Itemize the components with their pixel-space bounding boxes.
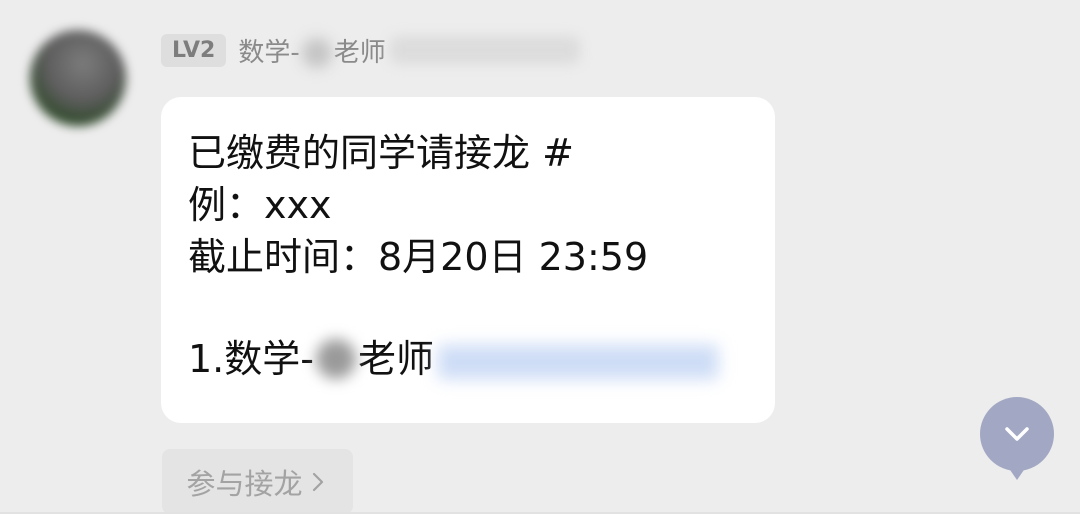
redacted-name-blur [301,38,332,68]
redacted-link-blur [437,344,718,379]
chevron-right-icon [312,472,323,491]
avatar[interactable] [30,30,126,126]
message-line-entry: 1.数学- 老师 [188,333,775,385]
sender-name-prefix: 数学- [238,37,300,68]
entry-prefix: 1.数学- [188,337,314,381]
chevron-down-icon [1005,427,1029,441]
entry-suffix: 老师 [357,337,434,381]
message-line-example: 例：xxx [188,183,332,227]
join-chain-label: 参与接龙 [186,466,303,501]
redacted-sender-info [389,36,580,64]
message-line-title: 已缴费的同学请接龙 # [188,131,574,175]
entry-name: 1.数学- 老师 [188,333,434,385]
sender-name-suffix: 老师 [333,37,386,68]
level-badge: LV2 [161,33,227,67]
join-chain-button[interactable]: 参与接龙 [162,449,353,514]
sender-name: 数学- 老师 [238,32,386,69]
redacted-name-blur [315,339,356,379]
scroll-down-button[interactable] [980,397,1054,480]
message-bubble[interactable]: 已缴费的同学请接龙 # 例：xxx 截止时间：8月20日 23:59 1.数学-… [161,97,775,423]
message-line-deadline: 截止时间：8月20日 23:59 [188,235,649,279]
sender-header: LV2 数学- 老师 [161,28,580,72]
